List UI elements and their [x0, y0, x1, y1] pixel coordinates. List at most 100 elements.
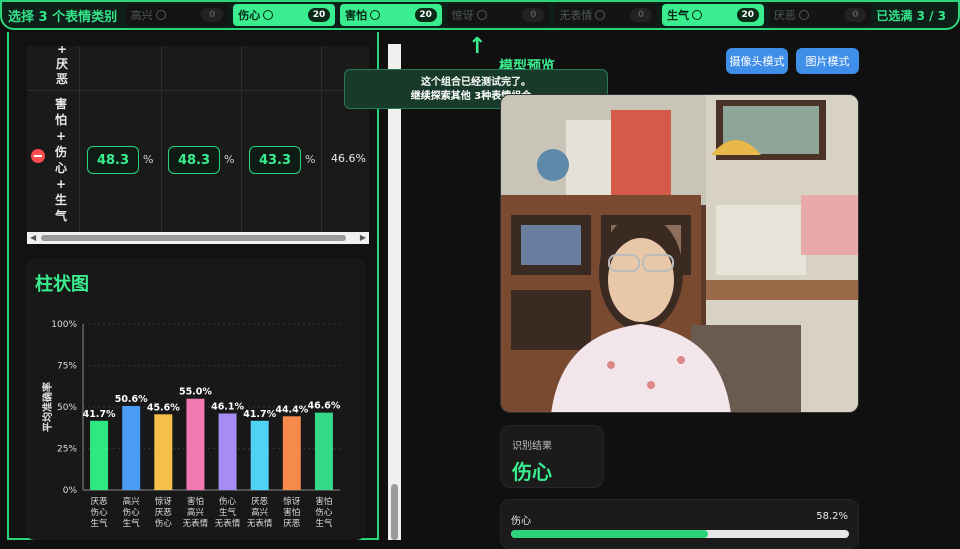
bar-value-label: 46.6% — [307, 401, 340, 412]
emotion-chip-sad[interactable]: 伤心 20 — [233, 4, 335, 26]
emotion-count: 20 — [736, 8, 759, 22]
x-tick-label: 害怕 — [283, 507, 300, 518]
probability-emotion-name: 伤心 — [511, 516, 531, 527]
bar — [122, 406, 141, 490]
y-tick-label: 100% — [51, 320, 77, 330]
image-mode-button[interactable]: 图片模式 — [796, 48, 859, 74]
bar-chart-card: 柱状图 0% 25% 50% 75% 100% 平均准确率 41.7% 厌恶 伤心 生气 50.6%… — [25, 258, 366, 540]
x-tick-label: 伤心 — [123, 507, 141, 518]
selection-status: 已选满 3 / 3 — [876, 8, 947, 23]
angry-face-icon — [692, 10, 703, 20]
surprise-face-icon — [476, 10, 487, 20]
x-tick-label: 厌恶 — [283, 519, 300, 529]
emotion-count: 0 — [201, 8, 224, 22]
emotion-count: 20 — [307, 8, 330, 22]
bar — [218, 413, 237, 490]
table-divider — [241, 46, 242, 232]
emotion-selector-bar: 选择 3 个表情类别 高兴 0 伤心 20 害怕 20 惊讶 0 无表情 0 生… — [0, 0, 960, 30]
bar — [250, 420, 269, 490]
bar — [186, 398, 205, 490]
x-tick-label: 无表情 — [247, 518, 273, 529]
y-tick-label: 0% — [63, 486, 78, 496]
emotion-count: 20 — [414, 8, 437, 22]
emotion-label: 厌恶 — [773, 9, 796, 22]
camera-mode-button[interactable]: 摄像头模式 — [726, 48, 788, 74]
emotion-count: 0 — [522, 8, 545, 22]
probability-bar-fill — [511, 530, 708, 538]
x-tick-label: 伤心 — [91, 507, 109, 518]
y-tick-label: 25% — [57, 445, 77, 455]
remove-combo-button[interactable] — [31, 149, 45, 163]
page-vertical-scrollbar[interactable] — [388, 44, 401, 540]
emotion-label: 高兴 — [130, 9, 153, 22]
accuracy-value-2: 48.3 — [168, 146, 220, 174]
x-tick-label: 高兴 — [123, 496, 141, 507]
neutral-face-icon — [595, 10, 606, 20]
percent-sign: % — [143, 153, 154, 166]
accuracy-value-3: 43.3 — [249, 146, 301, 174]
y-axis-label: 平均准确率 — [41, 382, 54, 432]
x-tick-label: 无表情 — [183, 518, 209, 529]
scrollbar-thumb[interactable] — [41, 235, 346, 241]
emotion-chip-angry[interactable]: 生气 20 — [662, 4, 764, 26]
bar-value-label: 45.6% — [147, 402, 180, 413]
camera-feed — [500, 94, 859, 413]
emotion-chip-neutral[interactable]: 无表情 0 — [554, 4, 658, 26]
emotion-label: 伤心 — [238, 9, 261, 22]
recognition-result-card: 识别结果 伤心 — [500, 425, 604, 488]
emotion-count: 0 — [844, 8, 867, 22]
table-horizontal-scrollbar[interactable]: ◀ ▶ — [27, 232, 369, 244]
x-tick-label: 害怕 — [315, 496, 332, 507]
x-tick-label: 高兴 — [187, 507, 205, 518]
probability-card: 伤心 58.2% — [500, 499, 859, 549]
bar-value-label: 41.7% — [243, 409, 276, 420]
result-value: 伤心 — [512, 460, 552, 484]
emotion-label: 无表情 — [559, 9, 593, 22]
bar-value-label: 50.6% — [115, 394, 148, 405]
emotion-chip-fear[interactable]: 害怕 20 — [339, 4, 442, 26]
sad-face-icon — [263, 10, 274, 20]
selector-title: 选择 3 个表情类别 — [8, 9, 118, 25]
x-tick-label: 惊讶 — [283, 496, 301, 507]
fear-face-icon — [369, 10, 380, 20]
emotion-chip-happy[interactable]: 高兴 0 — [125, 4, 229, 26]
percent-sign: % — [305, 153, 316, 166]
scrollbar-thumb[interactable] — [391, 484, 398, 540]
percent-sign: % — [224, 153, 235, 166]
emotion-label: 害怕 — [344, 9, 367, 22]
emotion-label: 生气 — [667, 9, 690, 22]
emotion-chip-surprise[interactable]: 惊讶 0 — [446, 4, 550, 26]
bar-value-label: 44.4% — [275, 404, 308, 415]
emotion-count: 0 — [630, 8, 653, 22]
x-tick-label: 伤心 — [315, 507, 333, 518]
table-divider — [321, 46, 322, 232]
bar-chart: 0%25%50%75%100%平均准确率 41.7%厌恶伤心生气50.6%高兴伤心… — [41, 320, 341, 529]
probability-bar — [511, 530, 849, 538]
combo-label: + 厌 恶 — [55, 46, 68, 86]
bar-value-label: 41.7% — [83, 409, 116, 420]
x-tick-label: 生气 — [123, 518, 141, 529]
result-label: 识别结果 — [512, 441, 552, 452]
bar — [90, 420, 109, 490]
bar-value-label: 46.1% — [211, 401, 244, 412]
y-tick-label: 75% — [57, 362, 77, 372]
bar — [282, 416, 301, 490]
x-tick-label: 害怕 — [187, 496, 204, 507]
bar-value-label: 55.0% — [179, 387, 212, 398]
x-tick-label: 厌恶 — [155, 508, 172, 518]
bar — [314, 412, 333, 490]
x-tick-label: 生气 — [315, 518, 333, 529]
bar — [154, 414, 173, 490]
x-tick-label: 伤心 — [155, 518, 173, 529]
x-tick-label: 高兴 — [251, 507, 269, 518]
x-tick-label: 厌恶 — [91, 497, 108, 507]
average-accuracy: 46.6% — [331, 152, 366, 165]
x-tick-label: 无表情 — [215, 518, 241, 529]
disgust-face-icon — [798, 10, 809, 20]
combo-label: 害 怕 + 伤 心 + 生 气 — [54, 97, 67, 223]
emotion-label: 惊讶 — [451, 9, 474, 22]
emotion-chip-disgust[interactable]: 厌恶 0 — [768, 4, 872, 26]
x-tick-label: 伤心 — [219, 496, 237, 507]
scroll-left-icon[interactable]: ◀ — [30, 233, 36, 242]
scroll-right-icon[interactable]: ▶ — [360, 233, 366, 242]
